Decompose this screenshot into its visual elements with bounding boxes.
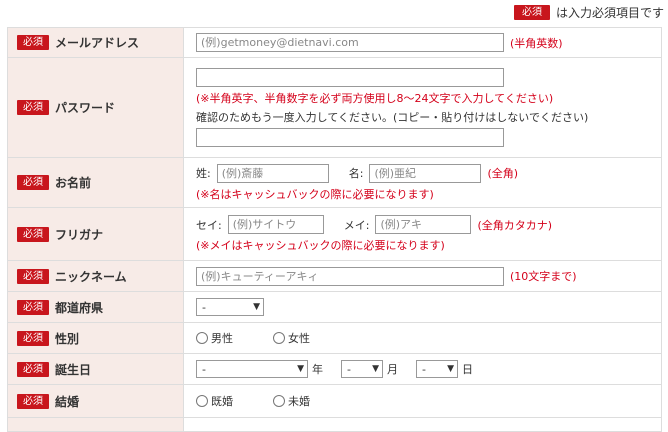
birthday-label: 誕生日: [55, 362, 92, 377]
nickname-note: (10文字まで): [510, 270, 577, 283]
married-option[interactable]: 既婚: [196, 393, 233, 409]
registration-form: 必須 メールアドレス (半角英数) 必須 パスワード (※半角英字、半角数字を必…: [7, 27, 662, 432]
required-badge: 必須: [17, 226, 49, 242]
first-kana-input[interactable]: [375, 215, 472, 234]
required-badge: 必須: [17, 35, 49, 50]
furigana-sub-note: (※メイはキャッシュバックの際に必要になります): [196, 239, 445, 252]
email-label: メールアドレス: [55, 36, 140, 50]
furigana-note: (全角カタカナ): [477, 218, 553, 232]
row-prefecture: 必須 都道府県 - ▼: [7, 291, 662, 323]
password-confirm-input[interactable]: [196, 128, 504, 147]
unmarried-option[interactable]: 未婚: [273, 393, 310, 409]
day-unit: 日: [462, 363, 473, 376]
radio-circle-icon[interactable]: [273, 332, 285, 344]
row-next: [7, 417, 662, 432]
name-sub-note: (※名はキャッシュバックの際に必要になります): [196, 187, 434, 201]
last-name-label: 姓:: [196, 167, 211, 180]
first-name-input[interactable]: [369, 163, 482, 183]
birth-year-value: -: [202, 362, 206, 376]
chevron-down-icon: ▼: [253, 302, 260, 312]
required-badge: 必須: [17, 361, 49, 377]
email-input[interactable]: [196, 33, 504, 52]
row-birthday: 必須 誕生日 - ▼ 年 - ▼ 月 - ▼ 日: [7, 353, 662, 385]
row-password: 必須 パスワード (※半角英字、半角数字を必ず両方使用し8～24文字で入力してく…: [7, 57, 662, 158]
birth-year-select[interactable]: - ▼: [196, 360, 308, 378]
prefecture-select[interactable]: - ▼: [196, 298, 264, 316]
email-note: (半角英数): [510, 36, 563, 50]
required-badge: 必須: [17, 330, 49, 346]
required-badge: 必須: [17, 299, 49, 315]
gender-male-label: 男性: [211, 332, 233, 345]
required-badge: 必須: [17, 268, 49, 284]
first-name-label: 名:: [348, 167, 364, 180]
last-kana-label: セイ:: [196, 218, 222, 232]
required-badge: 必須: [17, 100, 49, 115]
row-gender: 必須 性別 男性 女性: [7, 322, 662, 354]
nickname-label: ニックネーム: [55, 269, 127, 284]
radio-circle-icon[interactable]: [196, 332, 208, 344]
name-note: (全角): [487, 167, 519, 180]
month-unit: 月: [387, 363, 398, 376]
chevron-down-icon: ▼: [447, 364, 454, 374]
birth-day-value: -: [422, 362, 426, 376]
row-marriage: 必須 結婚 既婚 未婚: [7, 384, 662, 418]
password-label: パスワード: [55, 101, 116, 115]
row-nickname: 必須 ニックネーム (10文字まで): [7, 260, 662, 292]
row-email: 必須 メールアドレス (半角英数): [7, 27, 662, 58]
row-name: 必須 お名前 姓: 名: (全角) (※名はキャッシュバックの際に必要になります…: [7, 157, 662, 208]
radio-circle-icon[interactable]: [196, 395, 208, 407]
password-confirm-hint: 確認のためもう一度入力してください。(コピー・貼り付けはしないでください): [196, 111, 589, 124]
chevron-down-icon: ▼: [372, 364, 379, 374]
year-unit: 年: [312, 363, 323, 376]
gender-male-option[interactable]: 男性: [196, 330, 233, 346]
password-note: (※半角英字、半角数字を必ず両方使用し8～24文字で入力してください): [196, 92, 554, 105]
gender-female-option[interactable]: 女性: [273, 330, 310, 346]
required-legend-text: は入力必須項目です: [555, 6, 664, 20]
name-label: お名前: [55, 176, 92, 190]
radio-circle-icon[interactable]: [273, 395, 285, 407]
birth-day-select[interactable]: - ▼: [416, 360, 458, 378]
required-badge: 必須: [17, 393, 49, 409]
gender-female-label: 女性: [288, 332, 310, 345]
password-input[interactable]: [196, 68, 504, 87]
last-kana-input[interactable]: [227, 215, 324, 234]
chevron-down-icon: ▼: [297, 364, 304, 374]
required-badge: 必須: [513, 5, 550, 20]
required-legend: 必須 は入力必須項目です: [513, 4, 664, 21]
furigana-label: フリガナ: [55, 227, 104, 242]
birth-month-value: -: [347, 362, 351, 376]
unmarried-label: 未婚: [288, 395, 310, 408]
nickname-input[interactable]: [196, 266, 504, 286]
row-furigana: 必須 フリガナ セイ: メイ: (全角カタカナ) (※メイはキャッシュバックの際…: [7, 207, 662, 261]
marriage-label: 結婚: [55, 394, 80, 409]
gender-label: 性別: [55, 331, 80, 346]
prefecture-label: 都道府県: [55, 300, 104, 315]
birth-month-select[interactable]: - ▼: [341, 360, 383, 378]
prefecture-select-value: -: [202, 300, 206, 314]
required-badge: 必須: [17, 175, 49, 190]
married-label: 既婚: [211, 395, 233, 408]
last-name-input[interactable]: [216, 163, 329, 183]
first-kana-label: メイ:: [343, 218, 370, 232]
